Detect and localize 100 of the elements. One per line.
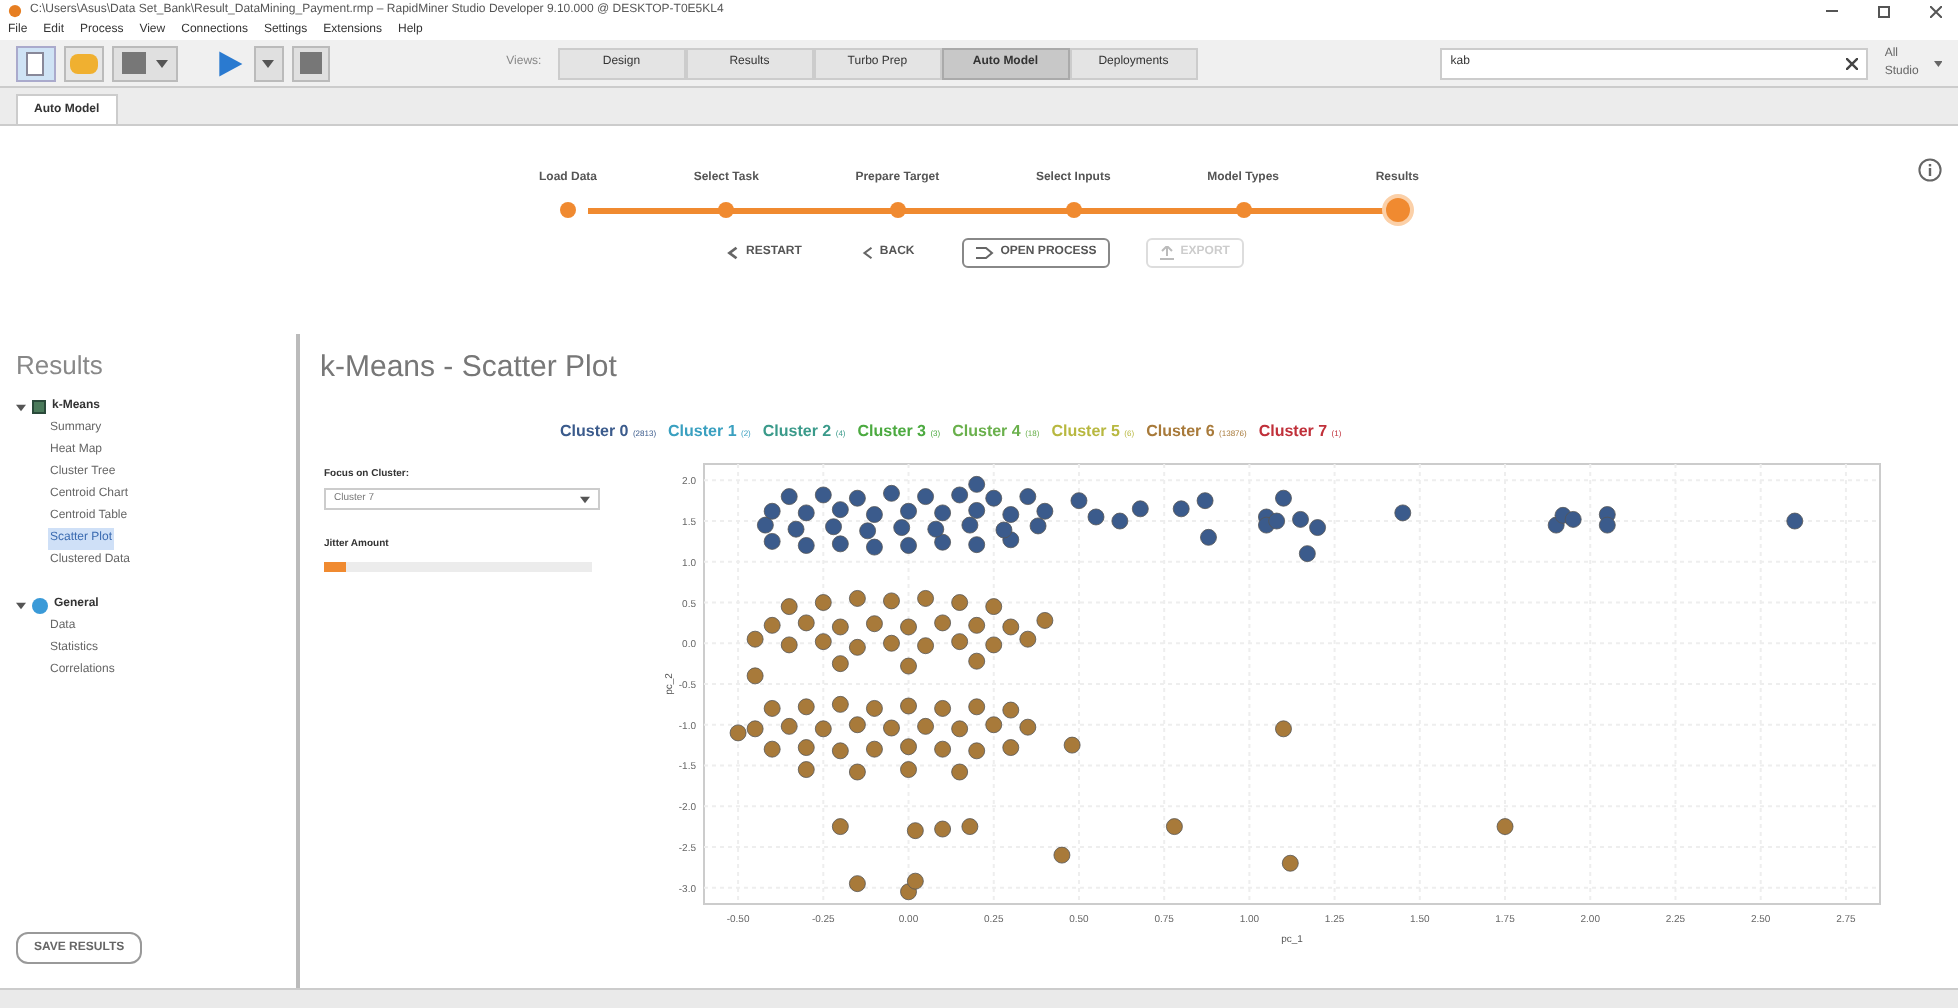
data-point: [968, 501, 986, 518]
data-point: [814, 593, 832, 610]
data-point: [985, 488, 1003, 506]
data-point: [934, 503, 951, 521]
data-point: [995, 520, 1013, 538]
data-point: [1166, 817, 1183, 834]
data-point: [831, 741, 849, 759]
data-point: [968, 474, 986, 492]
data-point: [1002, 617, 1020, 635]
data-point: [797, 760, 815, 777]
data-point: [1002, 700, 1020, 718]
data-point: [1070, 491, 1088, 509]
data-point: [1172, 499, 1190, 517]
data-point: [1196, 491, 1214, 509]
info-icon: [32, 597, 48, 613]
data-point: [951, 719, 969, 737]
data-point: [934, 613, 951, 631]
data-point: [763, 615, 781, 633]
data-point: [1281, 853, 1299, 871]
data-point: [1029, 516, 1047, 534]
data-point: [1019, 629, 1037, 647]
new-file-icon[interactable]: [16, 45, 56, 81]
data-point: [968, 651, 986, 669]
data-point: [906, 871, 924, 889]
run-dropdown-button[interactable]: [254, 45, 284, 81]
caret-icon[interactable]: [155, 59, 167, 67]
data-point: [900, 760, 917, 777]
data-point: [934, 699, 951, 716]
data-point: [831, 694, 849, 712]
data-point: [780, 597, 798, 614]
data-point: [814, 719, 832, 737]
data-point: [1298, 544, 1316, 562]
data-point: [1002, 738, 1020, 755]
data-point: [1200, 527, 1217, 545]
data-point: [814, 485, 832, 503]
data-point: [917, 716, 934, 734]
data-point: [927, 519, 945, 537]
data-point: [866, 505, 883, 522]
data-point: [746, 719, 764, 737]
data-point: [900, 656, 917, 674]
data-point: [797, 536, 815, 553]
jitter-slider[interactable]: [324, 561, 592, 571]
data-point: [849, 715, 866, 733]
data-point: [831, 654, 849, 672]
data-point: [1268, 511, 1286, 529]
data-point: [961, 817, 979, 834]
data-point: [951, 485, 969, 503]
data-point: [797, 613, 815, 631]
panel-title: k-Means - Scatter Plot: [320, 348, 619, 388]
data-point: [1036, 611, 1054, 628]
data-point: [1002, 505, 1020, 522]
data-point: [961, 515, 979, 533]
upload-icon: [1160, 246, 1175, 260]
play-icon[interactable]: [214, 47, 247, 79]
close-icon[interactable]: [1930, 5, 1942, 17]
info-icon[interactable]: [1918, 158, 1942, 182]
data-point: [763, 699, 781, 716]
data-point: [1019, 717, 1037, 735]
data-point: [746, 666, 764, 684]
save-dropdown-button[interactable]: [111, 45, 177, 81]
stop-button[interactable]: [291, 45, 331, 81]
data-point: [1496, 817, 1514, 834]
data-point: [780, 487, 798, 504]
data-point: [1063, 735, 1081, 753]
caret-icon[interactable]: [16, 601, 26, 609]
data-point: [985, 715, 1003, 733]
data-point: [797, 738, 815, 755]
caret-icon[interactable]: [580, 495, 590, 503]
data-point: [780, 716, 798, 734]
data-point: [900, 536, 917, 553]
data-point: [917, 589, 934, 606]
data-point: [825, 517, 842, 535]
data-point: [849, 762, 866, 780]
data-point: [763, 532, 781, 549]
clear-icon[interactable]: [1846, 57, 1859, 69]
data-point: [934, 739, 951, 757]
sidebar-title: Results: [16, 348, 105, 384]
data-point: [1275, 719, 1292, 737]
data-point: [1394, 503, 1412, 521]
process-icon: [976, 246, 995, 260]
data-point: [866, 739, 883, 757]
data-point: [849, 488, 866, 506]
data-point: [906, 821, 924, 839]
data-point: [763, 739, 781, 757]
data-point: [1019, 487, 1037, 504]
data-point: [780, 635, 798, 653]
caret-icon[interactable]: [16, 403, 26, 411]
maximize-icon[interactable]: [1878, 5, 1890, 17]
data-point: [729, 723, 747, 741]
data-point: [883, 483, 900, 501]
data-point: [934, 532, 951, 550]
data-point: [934, 819, 951, 837]
data-point: [968, 615, 986, 633]
double-chevron-icon: [726, 246, 741, 260]
data-point: [1275, 488, 1292, 506]
app-icon: [8, 4, 22, 18]
caret-icon[interactable]: [1933, 59, 1943, 67]
chevron-icon: [861, 246, 874, 260]
data-point: [831, 817, 849, 834]
caret-icon[interactable]: [262, 59, 275, 67]
